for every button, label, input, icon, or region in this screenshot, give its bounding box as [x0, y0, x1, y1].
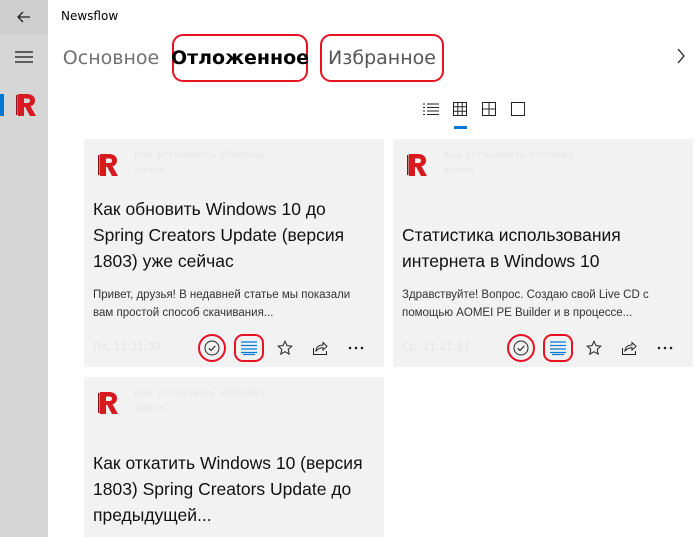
article-card[interactable]: Как установить Windows admin Как откатит…: [84, 377, 384, 537]
remontcompa-logo-icon: [98, 392, 118, 414]
back-button[interactable]: [0, 0, 48, 34]
card-snippet: Привет, друзья! В недавней статье мы пок…: [93, 289, 351, 319]
check-circle-icon: [204, 340, 220, 356]
list-view-icon: [423, 103, 439, 115]
card-author: admin: [443, 165, 475, 176]
card-source: Как установить Windows: [443, 150, 574, 161]
read-later-button[interactable]: [234, 334, 264, 362]
single-view-button[interactable]: [507, 98, 529, 120]
view-selected-indicator: [454, 126, 467, 129]
newsflow-window: Newsflow Основное Отложенное Избранное К…: [0, 0, 700, 537]
grid-3-view-button[interactable]: [449, 98, 471, 120]
grid-2-view-button[interactable]: [478, 98, 500, 120]
card-time: Ср, 11:21:37: [402, 341, 470, 353]
remontcompa-logo-icon: [16, 94, 36, 116]
read-later-icon: [241, 341, 257, 356]
more-button[interactable]: [342, 334, 370, 362]
nav-rail: [0, 0, 48, 537]
menu-button[interactable]: [0, 40, 48, 74]
app-title: Newsflow: [61, 9, 119, 23]
share-button[interactable]: [306, 334, 334, 362]
article-card[interactable]: Как установить Windows admin Статистика …: [393, 139, 693, 367]
card-author: admin: [134, 165, 166, 176]
tab-main[interactable]: Основное: [56, 34, 166, 82]
tab-bar: Основное Отложенное Избранное: [48, 34, 700, 82]
tab-read-later[interactable]: Отложенное: [171, 34, 309, 82]
card-title[interactable]: Как обновить Windows 10 до Spring Creato…: [93, 196, 372, 274]
list-view-button[interactable]: [420, 98, 442, 120]
card-title[interactable]: Как откатить Windows 10 (версия 1803) Sp…: [93, 450, 372, 528]
mark-read-button[interactable]: [507, 334, 535, 362]
grid-3-view-icon: [453, 102, 467, 116]
favorite-button[interactable]: [580, 334, 608, 362]
hamburger-menu-icon: [15, 51, 33, 63]
article-card[interactable]: Как установить Windows admin Как обновит…: [84, 139, 384, 367]
more-dots-icon: [348, 346, 364, 350]
back-arrow-icon: [17, 11, 30, 23]
favorite-button[interactable]: [271, 334, 299, 362]
star-icon: [277, 340, 293, 356]
tabs-scroll-right-icon[interactable]: [676, 46, 694, 66]
card-title[interactable]: Статистика использования интернета в Win…: [402, 222, 681, 274]
selection-indicator: [0, 94, 4, 116]
remontcompa-logo-icon: [98, 154, 118, 176]
tab-favorites[interactable]: Избранное: [320, 34, 444, 82]
remontcompa-logo-icon: [407, 154, 427, 176]
card-author: admin: [134, 403, 166, 414]
card-snippet: Здравствуйте! Вопрос. Создаю свой Live C…: [402, 289, 649, 319]
card-time: Пт, 11:21:39: [93, 341, 161, 353]
sidebar-item-feed[interactable]: [0, 92, 48, 120]
star-icon: [586, 340, 602, 356]
more-dots-icon: [657, 346, 673, 350]
read-later-icon: [550, 341, 566, 356]
grid-2-view-icon: [482, 102, 496, 116]
read-later-button[interactable]: [543, 334, 573, 362]
more-button[interactable]: [651, 334, 679, 362]
title-bar: Newsflow: [48, 0, 700, 32]
mark-read-button[interactable]: [198, 334, 226, 362]
share-icon: [313, 341, 328, 355]
card-source: Как установить Windows: [134, 150, 265, 161]
share-icon: [622, 341, 637, 355]
share-button[interactable]: [615, 334, 643, 362]
single-view-icon: [511, 102, 525, 116]
card-source: Как установить Windows: [134, 388, 265, 399]
check-circle-icon: [513, 340, 529, 356]
